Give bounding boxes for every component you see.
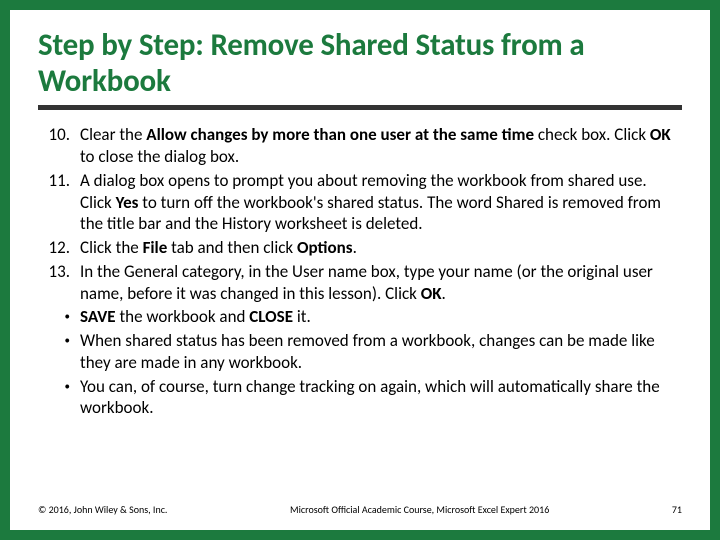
item-text: Click the File tab and then click Option… xyxy=(80,237,682,259)
bullet-icon: • xyxy=(38,376,80,420)
footer: © 2016, John Wiley & Sons, Inc. Microsof… xyxy=(38,503,682,516)
list-item: 10.Clear the Allow changes by more than … xyxy=(38,124,682,168)
item-number: 11. xyxy=(38,170,80,235)
list-item: 13.In the General category, in the User … xyxy=(38,261,682,305)
item-text: A dialog box opens to prompt you about r… xyxy=(80,170,682,235)
list-item: 11.A dialog box opens to prompt you abou… xyxy=(38,170,682,235)
item-number: 13. xyxy=(38,261,80,305)
item-text: When shared status has been removed from… xyxy=(80,330,682,374)
content-list: 10.Clear the Allow changes by more than … xyxy=(38,124,682,419)
page-title: Step by Step: Remove Shared Status from … xyxy=(38,28,682,110)
item-text: SAVE the workbook and CLOSE it. xyxy=(80,306,682,328)
item-number: 10. xyxy=(38,124,80,168)
list-item: •When shared status has been removed fro… xyxy=(38,330,682,374)
list-item: •SAVE the workbook and CLOSE it. xyxy=(38,306,682,328)
footer-copyright: © 2016, John Wiley & Sons, Inc. xyxy=(38,503,167,516)
item-text: You can, of course, turn change tracking… xyxy=(80,376,682,420)
bullet-icon: • xyxy=(38,330,80,374)
footer-course: Microsoft Official Academic Course, Micr… xyxy=(167,503,671,516)
bullet-icon: • xyxy=(38,306,80,328)
list-item: •You can, of course, turn change trackin… xyxy=(38,376,682,420)
list-item: 12.Click the File tab and then click Opt… xyxy=(38,237,682,259)
footer-page-number: 71 xyxy=(672,503,682,516)
item-number: 12. xyxy=(38,237,80,259)
item-text: In the General category, in the User nam… xyxy=(80,261,682,305)
slide-frame: Step by Step: Remove Shared Status from … xyxy=(0,0,720,540)
item-text: Clear the Allow changes by more than one… xyxy=(80,124,682,168)
slide-inner: Step by Step: Remove Shared Status from … xyxy=(10,10,710,530)
